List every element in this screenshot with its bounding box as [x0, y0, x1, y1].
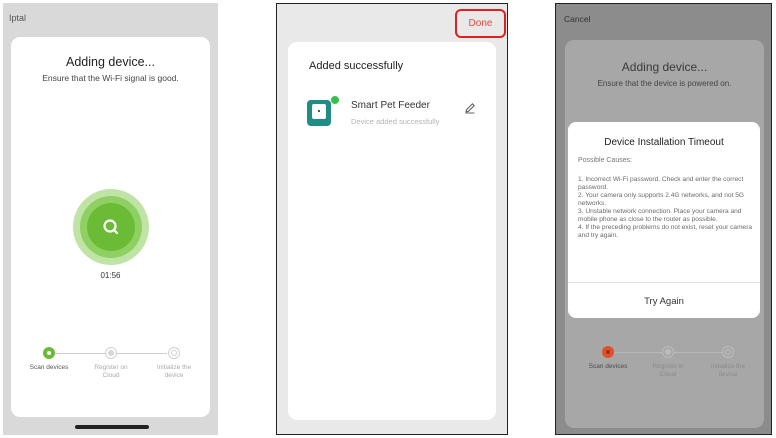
- step-label-scan: Scan devices: [29, 364, 69, 371]
- countdown-timer: 01:56: [100, 271, 121, 280]
- step-label-register: Register on Cloud: [94, 364, 128, 379]
- cancel-link[interactable]: Cancel: [564, 14, 590, 24]
- search-icon: [103, 219, 119, 235]
- cancel-link[interactable]: Iptal: [9, 13, 26, 23]
- step-label-initialize: Initialize the device: [156, 364, 192, 379]
- step-dot-scan: [602, 346, 614, 358]
- scan-progress-ring: [73, 189, 149, 265]
- pet-feeder-icon: [307, 100, 331, 126]
- progress-card: Adding device... Ensure that the Wi-Fi s…: [11, 37, 210, 417]
- step-dot-register: [662, 346, 674, 358]
- phone-screen-timeout: Cancel Adding device... Ensure that the …: [555, 3, 772, 435]
- page-title: Adding device...: [66, 55, 155, 69]
- dialog-title: Device Installation Timeout: [604, 137, 724, 148]
- dialog-divider: [568, 282, 760, 283]
- cause-item: 2. Your camera only supports 2.4G networ…: [578, 192, 745, 207]
- progress-steps: Scan devices Register on Cloud Initializ…: [11, 347, 210, 397]
- page-title: Adding device...: [621, 60, 708, 74]
- page-subtitle: Ensure that the Wi-Fi signal is good.: [42, 73, 179, 83]
- success-badge-icon: [331, 96, 339, 104]
- cause-item: 1. Incorrect Wi-Fi password. Check and e…: [578, 176, 744, 191]
- cause-item: 4. If the preceding problems do not exis…: [578, 224, 753, 239]
- possible-causes-label: Possible Causes:: [578, 157, 633, 164]
- step-dot-initialize: [722, 346, 734, 358]
- timeout-dialog: Device Installation Timeout Possible Cau…: [568, 122, 760, 318]
- step-dot-initialize: [168, 347, 180, 359]
- try-again-button[interactable]: Try Again: [568, 290, 760, 314]
- progress-steps: Scan devices Register in Cloud Initializ…: [565, 346, 764, 396]
- step-label-initialize: Initialize the device: [710, 363, 746, 378]
- causes-list: 1. Incorrect Wi-Fi password. Check and e…: [578, 176, 754, 240]
- device-name: Smart Pet Feeder: [351, 100, 430, 111]
- cause-item: 3. Unstable network connection. Place yo…: [578, 208, 742, 223]
- step-dot-register: [105, 347, 117, 359]
- step-label-scan: Scan devices: [588, 363, 628, 370]
- step-dot-scan: [43, 347, 55, 359]
- edit-pencil-icon[interactable]: [464, 102, 476, 114]
- phone-screen-added-successfully: Done Added successfully Smart Pet Feeder…: [276, 3, 508, 435]
- step-label-register: Register in Cloud: [652, 363, 684, 378]
- success-heading: Added successfully: [309, 60, 404, 72]
- phone-screen-adding-device: Iptal Adding device... Ensure that the W…: [3, 3, 218, 435]
- result-card: Added successfully Smart Pet Feeder Devi…: [288, 42, 496, 420]
- device-status: Device added successfully: [351, 117, 440, 126]
- done-button[interactable]: Done: [455, 9, 506, 38]
- home-indicator: [75, 425, 149, 429]
- page-subtitle: Ensure that the device is powered on.: [597, 79, 732, 88]
